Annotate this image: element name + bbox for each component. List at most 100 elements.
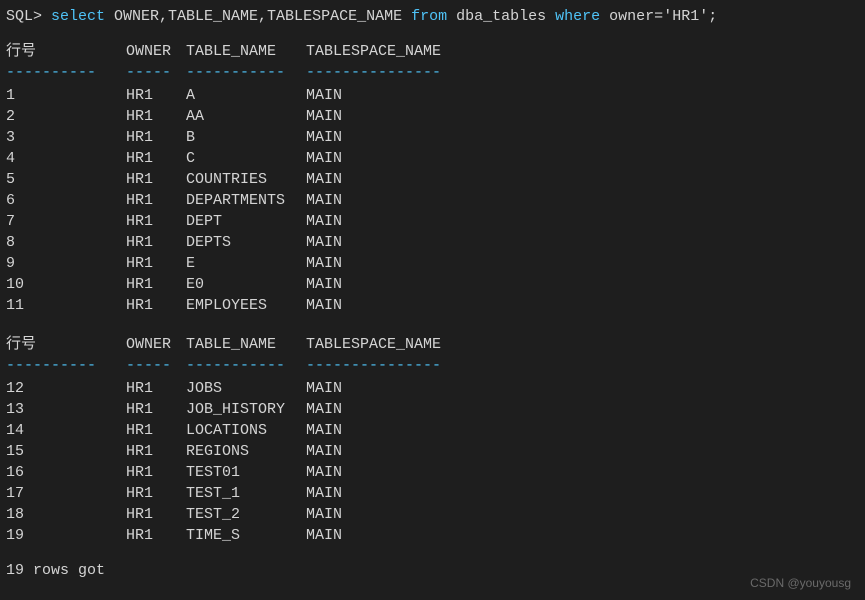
cell-table-name: LOCATIONS xyxy=(186,420,306,441)
result-block-2: 行号OWNERTABLE_NAMETABLESPACE_NAME--------… xyxy=(6,334,859,546)
cell-rownum: 15 xyxy=(6,441,126,462)
cell-rownum: 13 xyxy=(6,399,126,420)
dashes-table-name: ----------- xyxy=(186,62,306,83)
cell-table-name: JOBS xyxy=(186,378,306,399)
cell-tablespace-name: MAIN xyxy=(306,504,859,525)
header-table-name: TABLE_NAME xyxy=(186,334,306,355)
sql-where-keyword: where xyxy=(555,8,600,25)
dashes-table-name: ----------- xyxy=(186,355,306,376)
table-row: 12HR1JOBSMAIN xyxy=(6,378,859,399)
table-row: 2HR1AAMAIN xyxy=(6,106,859,127)
cell-table-name: TEST01 xyxy=(186,462,306,483)
cell-owner: HR1 xyxy=(126,106,186,127)
header-tablespace-name: TABLESPACE_NAME xyxy=(306,41,859,62)
cell-owner: HR1 xyxy=(126,399,186,420)
cell-rownum: 12 xyxy=(6,378,126,399)
table-row: 16HR1TEST01MAIN xyxy=(6,462,859,483)
cell-tablespace-name: MAIN xyxy=(306,462,859,483)
sql-condition-col: owner xyxy=(600,8,654,25)
cell-tablespace-name: MAIN xyxy=(306,378,859,399)
cell-owner: HR1 xyxy=(126,441,186,462)
sql-value: 'HR1' xyxy=(663,8,708,25)
cell-tablespace-name: MAIN xyxy=(306,127,859,148)
header-tablespace-name: TABLESPACE_NAME xyxy=(306,334,859,355)
cell-rownum: 1 xyxy=(6,85,126,106)
cell-rownum: 7 xyxy=(6,211,126,232)
table-row: 10HR1E0MAIN xyxy=(6,274,859,295)
table-row: 11HR1EMPLOYEESMAIN xyxy=(6,295,859,316)
cell-rownum: 5 xyxy=(6,169,126,190)
sql-columns: OWNER,TABLE_NAME,TABLESPACE_NAME xyxy=(105,8,411,25)
cell-table-name: EMPLOYEES xyxy=(186,295,306,316)
cell-tablespace-name: MAIN xyxy=(306,85,859,106)
cell-tablespace-name: MAIN xyxy=(306,106,859,127)
cell-table-name: DEPT xyxy=(186,211,306,232)
table-row: 7HR1DEPTMAIN xyxy=(6,211,859,232)
cell-table-name: TEST_1 xyxy=(186,483,306,504)
cell-table-name: A xyxy=(186,85,306,106)
cell-owner: HR1 xyxy=(126,378,186,399)
sql-semicolon: ; xyxy=(708,8,717,25)
cell-table-name: COUNTRIES xyxy=(186,169,306,190)
table-row: 17HR1TEST_1MAIN xyxy=(6,483,859,504)
table-row: 13HR1JOB_HISTORYMAIN xyxy=(6,399,859,420)
cell-tablespace-name: MAIN xyxy=(306,295,859,316)
cell-rownum: 10 xyxy=(6,274,126,295)
sql-prompt: SQL> xyxy=(6,8,51,25)
cell-owner: HR1 xyxy=(126,232,186,253)
cell-tablespace-name: MAIN xyxy=(306,441,859,462)
cell-table-name: DEPARTMENTS xyxy=(186,190,306,211)
cell-table-name: TIME_S xyxy=(186,525,306,546)
table-row: 14HR1LOCATIONSMAIN xyxy=(6,420,859,441)
dashes-row: ----------------------------------------… xyxy=(6,355,859,376)
cell-rownum: 11 xyxy=(6,295,126,316)
cell-table-name: C xyxy=(186,148,306,169)
cell-table-name: E xyxy=(186,253,306,274)
dashes-rownum: ---------- xyxy=(6,62,126,83)
cell-table-name: B xyxy=(186,127,306,148)
table-row: 6HR1DEPARTMENTSMAIN xyxy=(6,190,859,211)
cell-tablespace-name: MAIN xyxy=(306,483,859,504)
cell-table-name: E0 xyxy=(186,274,306,295)
cell-tablespace-name: MAIN xyxy=(306,232,859,253)
cell-tablespace-name: MAIN xyxy=(306,253,859,274)
cell-owner: HR1 xyxy=(126,420,186,441)
dashes-tablespace-name: --------------- xyxy=(306,355,859,376)
cell-rownum: 3 xyxy=(6,127,126,148)
cell-owner: HR1 xyxy=(126,190,186,211)
sql-select-keyword: select xyxy=(51,8,105,25)
cell-table-name: TEST_2 xyxy=(186,504,306,525)
cell-rownum: 6 xyxy=(6,190,126,211)
cell-rownum: 9 xyxy=(6,253,126,274)
cell-owner: HR1 xyxy=(126,462,186,483)
cell-owner: HR1 xyxy=(126,169,186,190)
dashes-tablespace-name: --------------- xyxy=(306,62,859,83)
cell-table-name: AA xyxy=(186,106,306,127)
table-row: 8HR1DEPTSMAIN xyxy=(6,232,859,253)
cell-table-name: DEPTS xyxy=(186,232,306,253)
dashes-owner: ----- xyxy=(126,355,186,376)
cell-tablespace-name: MAIN xyxy=(306,190,859,211)
cell-tablespace-name: MAIN xyxy=(306,211,859,232)
cell-owner: HR1 xyxy=(126,483,186,504)
table-row: 4HR1CMAIN xyxy=(6,148,859,169)
cell-owner: HR1 xyxy=(126,274,186,295)
header-owner: OWNER xyxy=(126,41,186,62)
sql-equals: = xyxy=(654,8,663,25)
cell-rownum: 16 xyxy=(6,462,126,483)
cell-owner: HR1 xyxy=(126,211,186,232)
dashes-rownum: ---------- xyxy=(6,355,126,376)
result-block-1: 行号OWNERTABLE_NAMETABLESPACE_NAME--------… xyxy=(6,41,859,316)
cell-owner: HR1 xyxy=(126,127,186,148)
cell-rownum: 14 xyxy=(6,420,126,441)
cell-tablespace-name: MAIN xyxy=(306,274,859,295)
dashes-owner: ----- xyxy=(126,62,186,83)
cell-tablespace-name: MAIN xyxy=(306,169,859,190)
cell-owner: HR1 xyxy=(126,85,186,106)
cell-owner: HR1 xyxy=(126,253,186,274)
table-row: 18HR1TEST_2MAIN xyxy=(6,504,859,525)
cell-table-name: JOB_HISTORY xyxy=(186,399,306,420)
watermark: CSDN @youyousg xyxy=(750,575,851,592)
header-table-name: TABLE_NAME xyxy=(186,41,306,62)
table-row: 9HR1EMAIN xyxy=(6,253,859,274)
